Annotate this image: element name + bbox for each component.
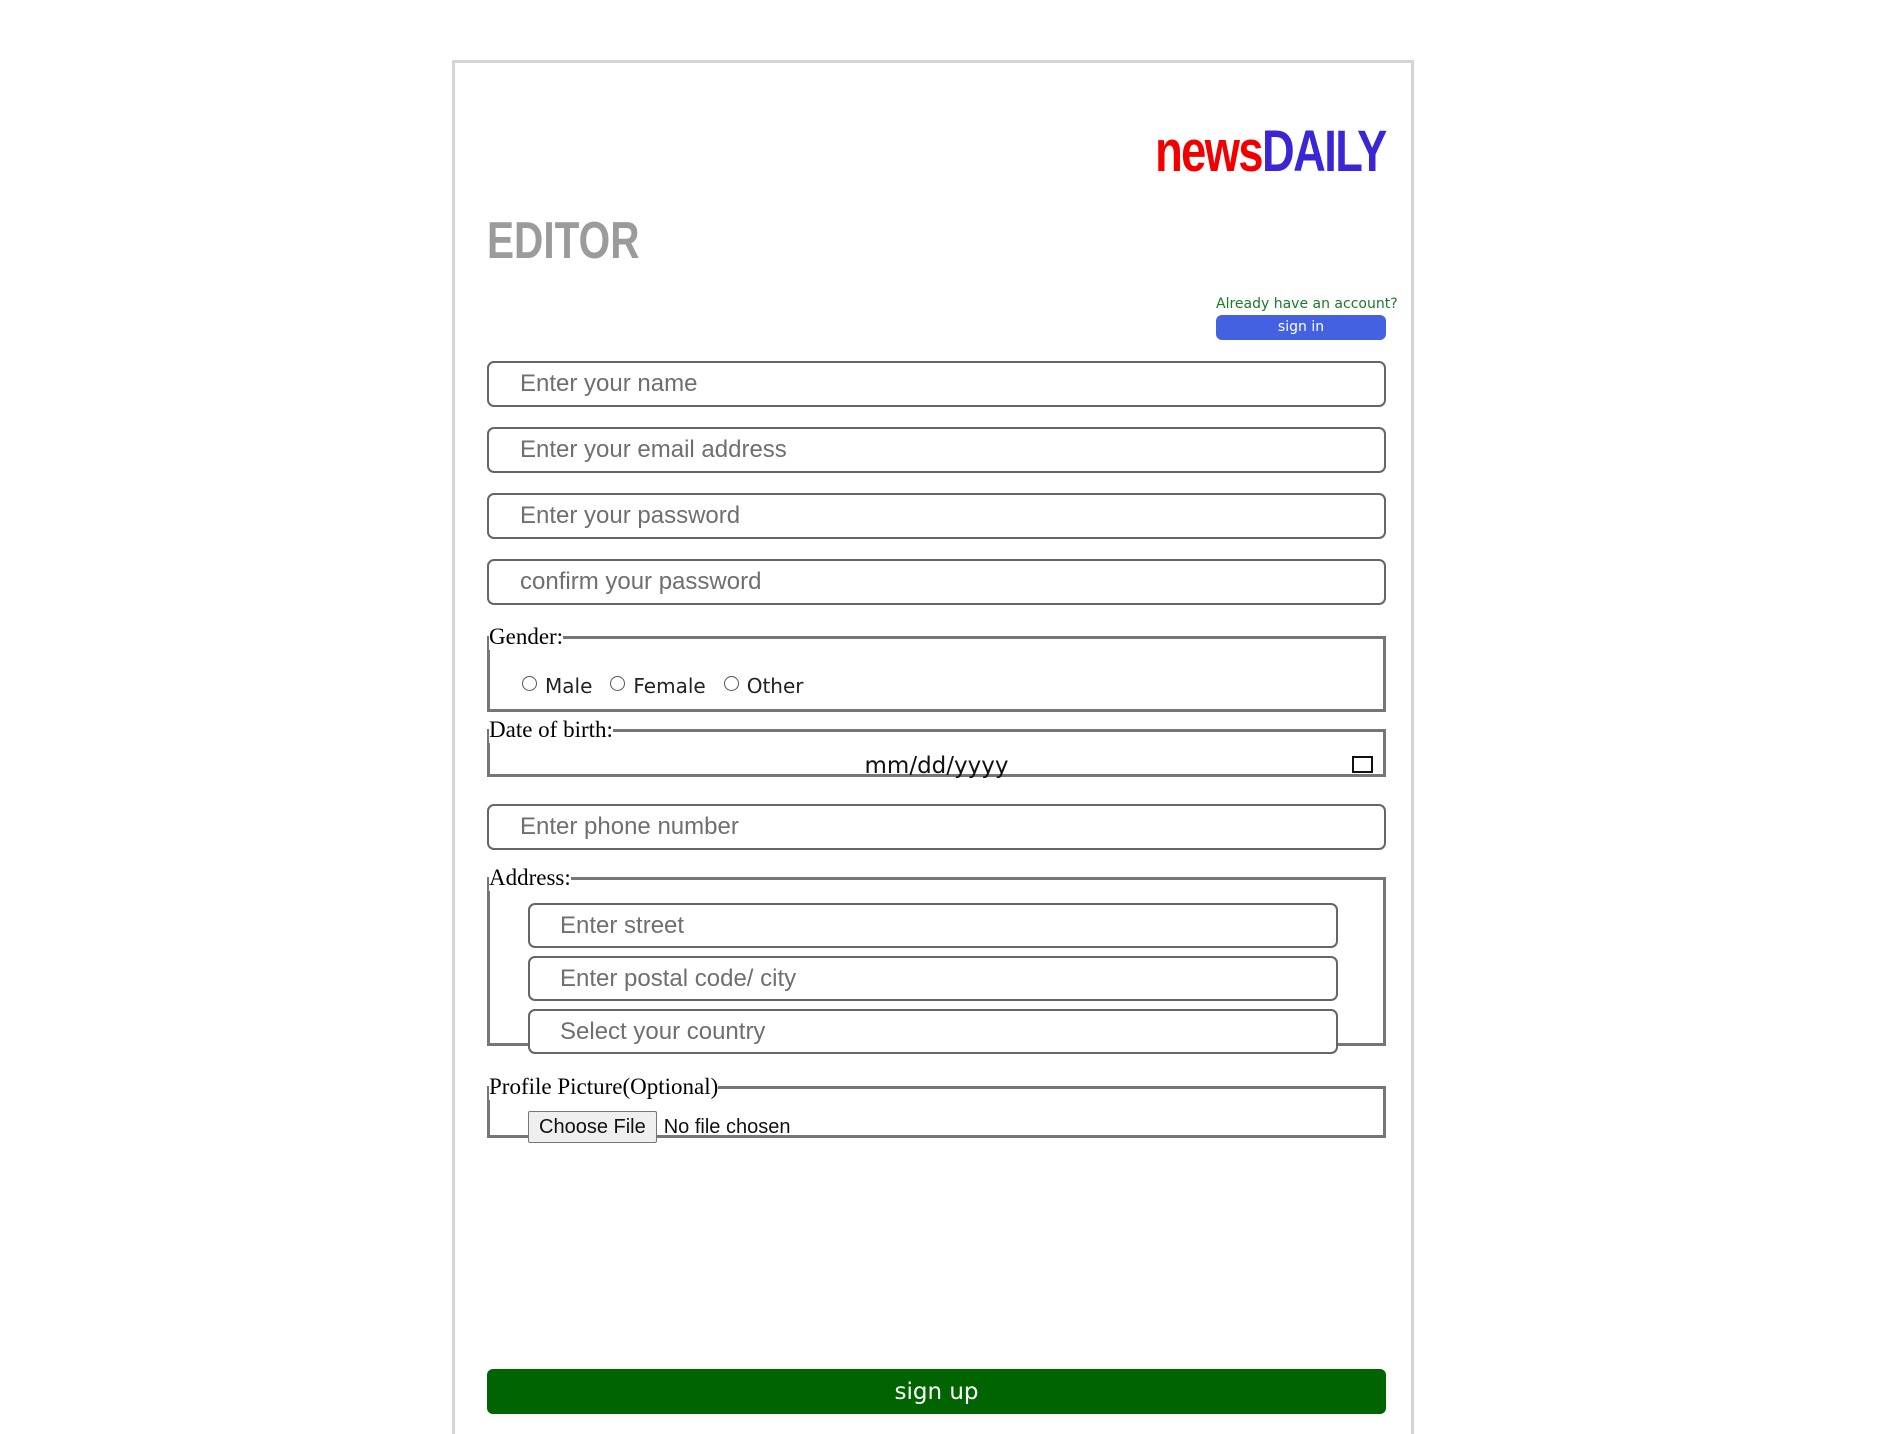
confirm-password-input[interactable] bbox=[487, 559, 1386, 605]
country-select[interactable] bbox=[528, 1009, 1338, 1054]
brand-name-part2: DAILY bbox=[1262, 119, 1387, 184]
other-radio[interactable] bbox=[723, 675, 739, 691]
name-input[interactable] bbox=[487, 361, 1386, 407]
signup-card: newsDAILY EDITOR Already have an account… bbox=[452, 60, 1414, 1434]
address-legend: Address: bbox=[489, 865, 571, 890]
female-label: Female bbox=[633, 674, 706, 698]
address-fieldset: Address: bbox=[487, 865, 1386, 1054]
gender-fieldset: Gender: Male Female Other bbox=[487, 624, 1386, 712]
gender-option-other[interactable]: Other bbox=[723, 674, 804, 698]
other-label: Other bbox=[746, 674, 804, 698]
file-status: No file chosen bbox=[663, 1115, 791, 1138]
female-radio[interactable] bbox=[610, 675, 626, 691]
date-of-birth-input[interactable]: mm/dd/yyyy bbox=[490, 753, 1383, 779]
gender-option-male[interactable]: Male bbox=[522, 674, 592, 698]
page-title: EDITOR bbox=[487, 212, 640, 270]
gender-options: Male Female Other bbox=[522, 674, 822, 698]
male-label: Male bbox=[545, 674, 593, 698]
calendar-icon[interactable] bbox=[1352, 756, 1373, 773]
file-picker: Choose File No file chosen bbox=[528, 1111, 790, 1143]
dob-legend: Date of birth: bbox=[489, 717, 613, 742]
male-radio[interactable] bbox=[522, 675, 537, 691]
profile-picture-fieldset: Profile Picture(Optional) Choose File No… bbox=[487, 1074, 1386, 1143]
street-input[interactable] bbox=[528, 903, 1338, 948]
gender-option-female[interactable]: Female bbox=[610, 674, 706, 698]
signin-prompt: Already have an account? bbox=[1216, 296, 1398, 312]
signup-form: newsDAILY EDITOR Already have an account… bbox=[487, 63, 1398, 1434]
signin-box: Already have an account? sign in bbox=[1216, 296, 1398, 340]
sign-in-button[interactable]: sign in bbox=[1216, 315, 1386, 340]
profile-picture-legend: Profile Picture(Optional) bbox=[489, 1074, 719, 1099]
email-input[interactable] bbox=[487, 427, 1386, 473]
gender-legend: Gender: bbox=[489, 624, 564, 649]
phone-input[interactable] bbox=[487, 804, 1386, 850]
brand-logo: newsDAILY bbox=[1155, 118, 1387, 185]
sign-up-button[interactable]: sign up bbox=[487, 1369, 1386, 1414]
password-input[interactable] bbox=[487, 493, 1386, 539]
dob-fieldset: Date of birth: mm/dd/yyyy bbox=[487, 717, 1386, 779]
choose-file-button[interactable]: Choose File bbox=[528, 1111, 657, 1143]
brand-name-part1: news bbox=[1155, 119, 1263, 184]
postal-city-input[interactable] bbox=[528, 956, 1338, 1001]
